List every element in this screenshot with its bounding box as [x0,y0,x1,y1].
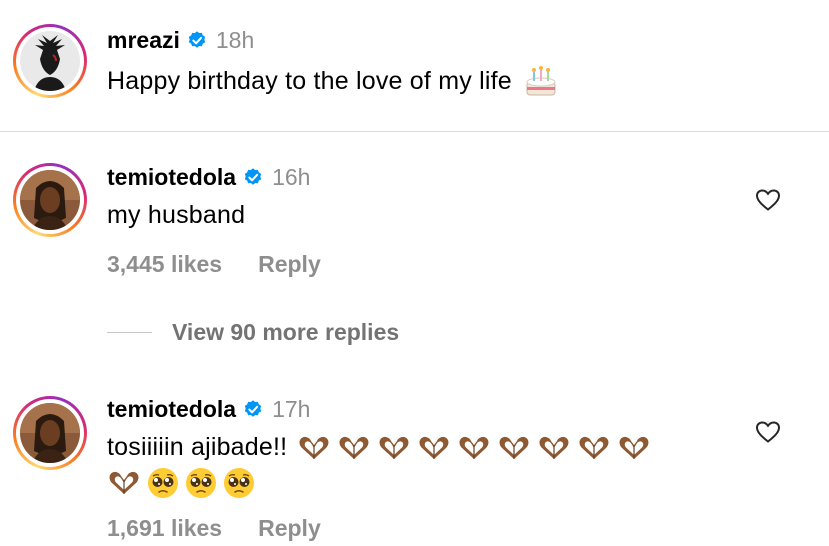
pleading-face-emoji-icon [224,468,254,498]
caption-text-line: Happy birthday to the love of my life [107,64,558,98]
reply-button[interactable]: Reply [258,251,321,278]
avatar-story-ring[interactable] [13,24,87,98]
heart-hands-emoji-icon [539,436,569,459]
timestamp: 18h [215,27,255,53]
caption-user-line: mreazi 18h [107,27,254,54]
avatar[interactable] [20,403,80,463]
comment-text: tosiiiiin ajibade!! [107,433,288,461]
avatar[interactable] [20,31,80,91]
post-caption: mreazi 18h Happy birthday to the love of… [0,0,829,132]
pleading-face-emoji-icon [148,468,178,498]
comment-meta: 3,445 likes Reply [107,251,321,278]
heart-hands-emoji-icon [419,436,449,459]
reply-button[interactable]: Reply [258,515,321,542]
heart-hands-emoji-icon [619,436,649,459]
likes-count[interactable]: 3,445 likes [107,251,222,278]
heart-hands-emoji-icon [459,436,489,459]
caption-text: Happy birthday to the love of my life [107,66,512,95]
pleading-face-emoji-icon [186,468,216,498]
comment-user-line: temiotedola 16h [107,164,310,191]
username[interactable]: temiotedola [107,396,236,423]
heart-hands-emoji-icon [499,436,529,459]
divider [0,131,829,132]
emoji-row [107,467,255,499]
comment-meta: 1,691 likes Reply [107,515,321,542]
username[interactable]: mreazi [107,27,180,54]
verified-badge-icon [244,399,262,417]
avatar[interactable] [20,170,80,230]
birthday-cake-icon [526,66,556,96]
heart-icon[interactable] [755,420,781,444]
heart-hands-emoji-icon [299,436,329,459]
comment-user-line: temiotedola 17h [107,396,310,423]
reply-thread-line [107,332,152,333]
heart-hands-emoji-icon [579,436,609,459]
view-more-replies-label: View 90 more replies [172,319,400,345]
likes-count[interactable]: 1,691 likes [107,515,222,542]
verified-badge-icon [188,30,206,48]
heart-hands-emoji-icon [379,436,409,459]
heart-hands-emoji-icon [339,436,369,459]
timestamp: 17h [272,396,311,422]
verified-badge-icon [244,167,262,185]
view-more-replies-button[interactable]: View 90 more replies [107,319,399,346]
username[interactable]: temiotedola [107,164,236,191]
heart-hands-emoji-icon [109,471,139,494]
comment-text: my husband [107,201,246,229]
emoji-row [297,435,651,461]
heart-icon[interactable] [755,188,781,212]
avatar-story-ring[interactable] [13,396,87,470]
avatar-story-ring[interactable] [13,163,87,237]
comment-text-line: tosiiiiin ajibade!! [107,433,651,462]
timestamp: 16h [272,164,311,190]
